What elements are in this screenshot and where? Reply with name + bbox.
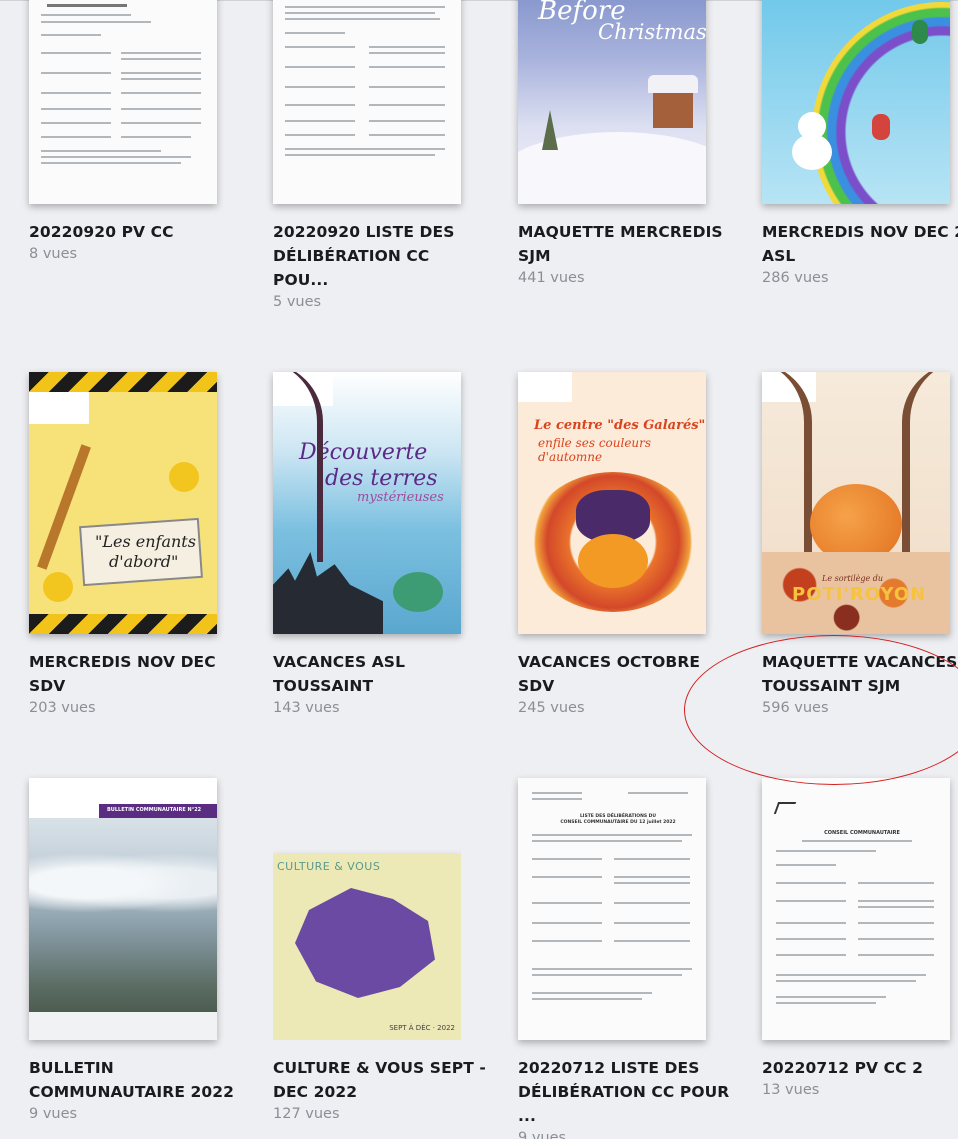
card-title[interactable]: 20220712 PV CC 2 (762, 1056, 958, 1080)
view-count: 203 vues (29, 700, 96, 716)
view-count: 5 vues (273, 294, 322, 310)
poster-thumbnail[interactable]: Before Christmas (518, 0, 706, 204)
document-thumbnail[interactable]: LISTE DES DÉLIBÉRATIONS DU CONSEIL COMMU… (518, 778, 706, 1040)
gallery-card[interactable]: 20220920 LISTE DES DÉLIBÉRATION CC POU..… (273, 0, 488, 310)
gallery-card[interactable]: LISTE DES DÉLIBÉRATIONS DU CONSEIL COMMU… (518, 778, 733, 1139)
document-thumbnail[interactable]: CONSEIL COMMUNAUTAIRE (762, 778, 950, 1040)
logo-mark (773, 802, 797, 814)
view-count: 13 vues (762, 1082, 820, 1098)
view-count: 9 vues (518, 1130, 567, 1139)
poster-title: CULTURE & VOUS (277, 860, 381, 873)
view-count: 127 vues (273, 1106, 340, 1122)
poster-tagline: mystérieuses (357, 490, 444, 505)
view-count: 441 vues (518, 270, 585, 286)
gallery-card[interactable]: "Les enfants d'abord" MERCREDIS NOV DEC … (29, 372, 244, 716)
poster-thumbnail[interactable] (762, 0, 950, 204)
poster-title: "Les enfants (95, 532, 196, 551)
poster-subtitle: Le sortilège du (822, 574, 884, 583)
card-title[interactable]: MAQUETTE MERCREDIS SJM (518, 220, 733, 268)
document-heading: CONSEIL COMMUNAUTAIRE (824, 830, 900, 836)
document-gallery: 20220920 PV CC 8 vues 20220920 LISTE DES… (0, 0, 958, 1139)
document-thumbnail[interactable] (273, 0, 461, 204)
poster-title: BULLETIN COMMUNAUTAIRE N°22 (107, 807, 202, 813)
gallery-card[interactable]: 20220920 PV CC 8 vues (29, 0, 244, 262)
view-count: 9 vues (29, 1106, 78, 1122)
poster-thumbnail[interactable]: CULTURE & VOUS SEPT À DÉC · 2022 (273, 778, 461, 1040)
poster-subtitle: des terres (325, 466, 438, 491)
view-count: 8 vues (29, 246, 78, 262)
poster-subtitle: Christmas (598, 20, 706, 44)
poster-subtitle: enfile ses couleurs d'automne (538, 436, 652, 464)
poster-thumbnail[interactable]: "Les enfants d'abord" (29, 372, 217, 634)
document-heading: LISTE DES DÉLIBÉRATIONS DU (579, 814, 657, 819)
card-title[interactable]: MERCREDIS NOV DEC SDV (29, 650, 244, 698)
poster-title: Le centre "des Galarés" (534, 418, 706, 433)
card-title[interactable]: VACANCES ASL TOUSSAINT (273, 650, 488, 698)
gallery-card[interactable]: MERCREDIS NOV DEC 22 ASL 286 vues (762, 0, 958, 286)
highlight-annotation (684, 635, 958, 785)
view-count: 143 vues (273, 700, 340, 716)
gallery-card[interactable]: CONSEIL COMMUNAUTAIRE 20220712 PV CC 2 1… (762, 778, 958, 1098)
document-thumbnail[interactable] (29, 0, 217, 204)
poster-subtitle: SEPT À DÉC · 2022 (389, 1024, 455, 1032)
card-title[interactable]: CULTURE & VOUS SEPT - DEC 2022 (273, 1056, 488, 1104)
poster-title: POTI'ROYON (792, 584, 927, 605)
poster-thumbnail[interactable]: Le sortilège du POTI'ROYON (762, 372, 950, 634)
card-title[interactable]: BULLETIN COMMUNAUTAIRE 2022 (29, 1056, 244, 1104)
gallery-card[interactable]: Découverte des terres mystérieuses VACAN… (273, 372, 488, 716)
poster-thumbnail[interactable]: BULLETIN COMMUNAUTAIRE N°22 (29, 778, 217, 1040)
gallery-card[interactable]: Le centre "des Galarés" enfile ses coule… (518, 372, 733, 716)
poster-thumbnail[interactable]: Découverte des terres mystérieuses (273, 372, 461, 634)
card-title[interactable]: 20220712 LISTE DES DÉLIBÉRATION CC POUR … (518, 1056, 733, 1128)
card-title[interactable]: MERCREDIS NOV DEC 22 ASL (762, 220, 958, 268)
card-title[interactable]: 20220920 PV CC (29, 220, 244, 244)
document-subheading: CONSEIL COMMUNAUTAIRE DU 12 juillet 2022 (560, 820, 676, 825)
gallery-card[interactable]: Before Christmas MAQUETTE MERCREDIS SJM … (518, 0, 733, 286)
poster-subtitle: d'abord" (109, 552, 179, 571)
poster-thumbnail[interactable]: Le centre "des Galarés" enfile ses coule… (518, 372, 706, 634)
gallery-card[interactable]: CULTURE & VOUS SEPT À DÉC · 2022 CULTURE… (273, 778, 488, 1122)
gallery-card[interactable]: BULLETIN COMMUNAUTAIRE N°22 BULLETIN COM… (29, 778, 244, 1122)
view-count: 286 vues (762, 270, 829, 286)
card-title[interactable]: 20220920 LISTE DES DÉLIBÉRATION CC POU..… (273, 220, 488, 292)
